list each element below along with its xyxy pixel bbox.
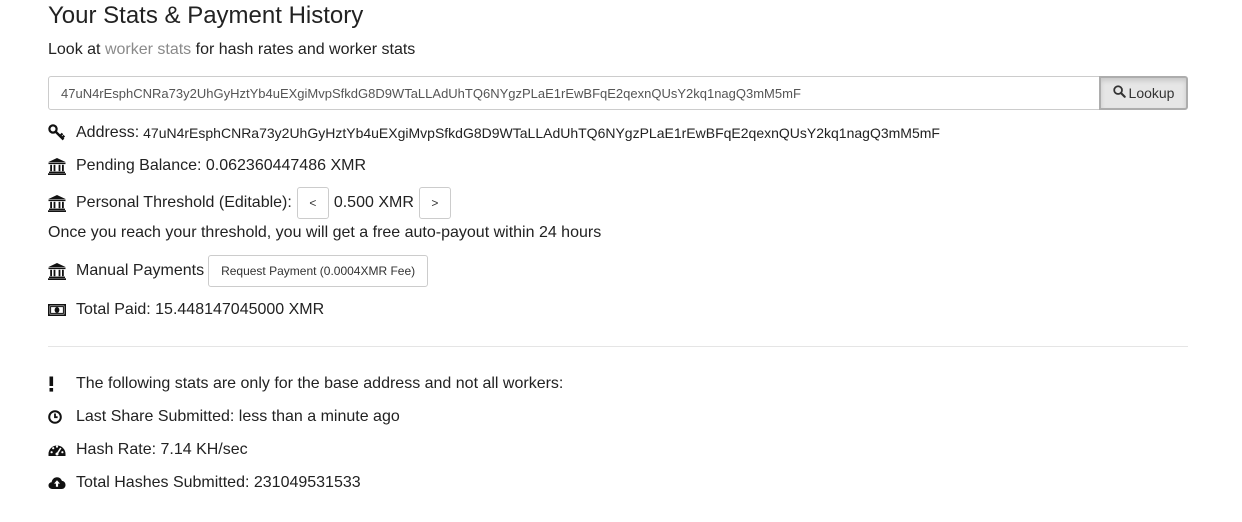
threshold-increase-button[interactable]: > (418, 187, 451, 219)
address-value: 47uN4rEsphCNRa73y2UhGyHztYb4uEXgiMvpSfkd… (143, 125, 940, 141)
clock-icon (48, 408, 66, 426)
section-divider (48, 346, 1188, 347)
threshold-label: Personal Threshold (Editable): (76, 194, 292, 211)
key-icon (48, 124, 66, 142)
request-payment-button[interactable]: Request Payment (0.0004XMR Fee) (208, 255, 429, 287)
dashboard-icon (48, 441, 66, 459)
bank-icon (48, 194, 66, 212)
threshold-value: 0.500 XMR (333, 194, 414, 211)
last-share-text: Last Share Submitted: less than a minute… (76, 408, 400, 425)
bank-icon (48, 157, 66, 175)
lookup-button[interactable]: Lookup (1099, 76, 1188, 110)
manual-payments-label: Manual Payments (76, 262, 205, 279)
subtitle-prefix: Look at (48, 41, 101, 58)
last-share-row: Last Share Submitted: less than a minute… (48, 405, 400, 429)
worker-stats-link[interactable]: worker stats (105, 41, 191, 58)
pending-balance-text: Pending Balance: 0.062360447486 XMR (76, 157, 366, 174)
total-paid-row: Total Paid: 15.448147045000 XMR (48, 298, 324, 322)
threshold-row: Personal Threshold (Editable): < 0.500 X… (48, 187, 451, 219)
total-hashes-text: Total Hashes Submitted: 231049531533 (76, 474, 361, 491)
base-address-notice: The following stats are only for the bas… (76, 375, 564, 392)
lookup-button-label: Lookup (1128, 85, 1175, 101)
money-icon (48, 301, 66, 319)
lookup-form: Lookup (48, 76, 1188, 110)
search-icon (1112, 85, 1126, 101)
address-label: Address: (76, 124, 140, 141)
address-lookup-input[interactable] (48, 76, 1100, 110)
threshold-decrease-button[interactable]: < (296, 187, 329, 219)
hash-rate-row: Hash Rate: 7.14 KH/sec (48, 438, 248, 462)
base-address-notice-row: The following stats are only for the bas… (48, 372, 563, 396)
manual-payments-row: Manual Payments Request Payment (0.0004X… (48, 255, 429, 287)
address-row: Address: 47uN4rEsphCNRa73y2UhGyHztYb4uEX… (48, 121, 940, 145)
subtitle-suffix: for hash rates and worker stats (195, 41, 416, 58)
pending-balance-row: Pending Balance: 0.062360447486 XMR (48, 154, 366, 178)
cloud-upload-icon (48, 474, 66, 492)
total-hashes-row: Total Hashes Submitted: 231049531533 (48, 471, 361, 495)
hash-rate-text: Hash Rate: 7.14 KH/sec (76, 441, 248, 458)
page-title: Your Stats & Payment History (48, 2, 364, 29)
bank-icon (48, 262, 66, 280)
exclamation-icon (48, 375, 66, 393)
page-subtitle: Look at worker stats for hash rates and … (48, 41, 415, 59)
total-paid-text: Total Paid: 15.448147045000 XMR (76, 301, 325, 318)
threshold-note: Once you reach your threshold, you will … (48, 224, 602, 241)
